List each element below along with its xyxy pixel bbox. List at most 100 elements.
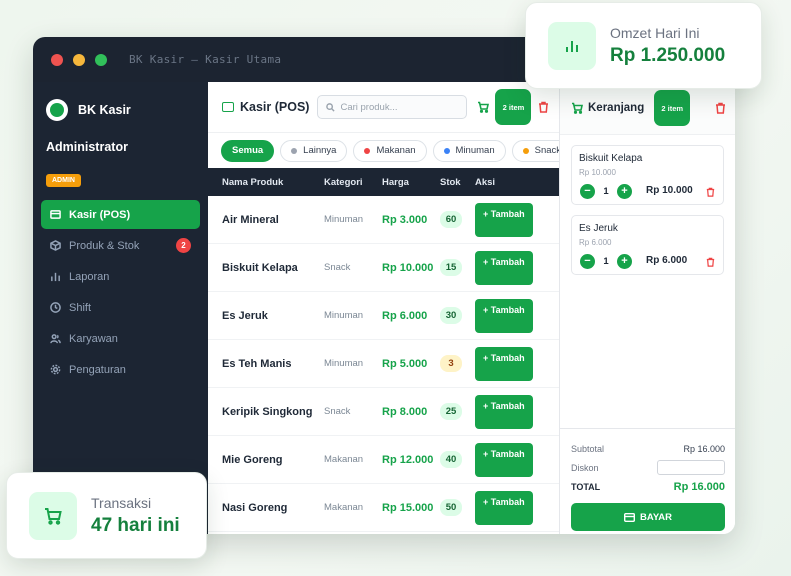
add-to-cart-button[interactable]: + Tambah bbox=[475, 250, 533, 285]
total-row: TOTAL Rp 16.000 bbox=[571, 477, 725, 496]
search-input[interactable]: Cari produk... bbox=[317, 95, 468, 119]
table-row: Biskuit Kelapa Snack Rp 10.000 15 + Tamb… bbox=[208, 244, 559, 292]
add-to-cart-button[interactable]: + Tambah bbox=[475, 442, 533, 477]
users-icon bbox=[50, 334, 61, 344]
product-price: Rp 5.000 bbox=[382, 357, 428, 370]
product-category: Makanan bbox=[324, 454, 364, 465]
cart-item: Biskuit Kelapa Rp 10.000 − 1 + Rp 10.000 bbox=[571, 145, 724, 205]
gear-icon bbox=[50, 364, 61, 375]
sidebar-item-shift[interactable]: Shift bbox=[41, 293, 200, 322]
chart-icon bbox=[51, 272, 60, 282]
product-price: Rp 3.000 bbox=[382, 213, 428, 226]
product-name: Biskuit Kelapa bbox=[222, 261, 298, 274]
minimize-window-button[interactable] bbox=[73, 53, 85, 66]
transactions-value: 47 hari ini bbox=[91, 514, 180, 536]
add-to-cart-button[interactable]: + Tambah bbox=[475, 202, 533, 237]
user-name: Administrator bbox=[46, 140, 128, 154]
role-badge: ADMIN bbox=[46, 174, 81, 187]
box-icon bbox=[50, 240, 61, 251]
total-value: Rp 16.000 bbox=[673, 480, 725, 493]
add-to-cart-button[interactable]: + Tambah bbox=[475, 346, 533, 381]
filter-chip-semua[interactable]: Semua bbox=[221, 139, 275, 162]
chip-label: Snack bbox=[534, 145, 559, 156]
cart-summary: Subtotal Rp 16.000 Diskon TOTAL Rp 16.00… bbox=[560, 428, 735, 534]
clear-cart-icon[interactable] bbox=[715, 102, 726, 114]
filter-chip-minuman[interactable]: Minuman bbox=[432, 139, 506, 162]
remove-item-icon[interactable] bbox=[706, 257, 715, 267]
stock-badge: 60 bbox=[440, 211, 462, 228]
filter-chip-snack[interactable]: Snack bbox=[511, 139, 559, 162]
stock-badge: 50 bbox=[440, 499, 462, 516]
table-header: Nama Produk Kategori Harga Stok Aksi bbox=[208, 168, 559, 196]
brand[interactable]: BK Kasir bbox=[33, 82, 208, 126]
product-price: Rp 8.000 bbox=[382, 405, 428, 418]
zoom-window-button[interactable] bbox=[95, 53, 107, 66]
product-name: Mie Goreng bbox=[222, 453, 283, 466]
sidebar-item-label: Shift bbox=[69, 301, 92, 314]
table-row: Es Jeruk Minuman Rp 6.000 30 + Tambah bbox=[208, 292, 559, 340]
cart-icon bbox=[45, 507, 62, 525]
total-label: TOTAL bbox=[571, 481, 601, 492]
product-name: Keripik Singkong bbox=[222, 405, 313, 418]
cart-item-total: Rp 6.000 bbox=[646, 255, 688, 266]
trash-icon[interactable] bbox=[538, 101, 549, 113]
search-icon bbox=[326, 102, 336, 112]
discount-row: Diskon bbox=[571, 458, 725, 477]
decrease-qty-button[interactable]: − bbox=[580, 254, 595, 269]
category-dot bbox=[364, 147, 371, 154]
product-name: Nasi Goreng bbox=[222, 501, 288, 514]
cart-title: Keranjang bbox=[588, 102, 645, 114]
app-window: BK Kasir — Kasir Utama BK Kasir Administ… bbox=[33, 37, 735, 534]
category-dot bbox=[291, 147, 298, 154]
product-table-body: Air Mineral Minuman Rp 3.000 60 + Tambah… bbox=[208, 196, 559, 532]
column-header-name[interactable]: Nama Produk bbox=[208, 177, 324, 188]
cart-item-name: Biskuit Kelapa bbox=[579, 153, 643, 164]
brand-name: BK Kasir bbox=[78, 102, 131, 117]
product-category: Makanan bbox=[324, 502, 364, 513]
sidebar-item-produk[interactable]: Produk & Stok 2 bbox=[41, 231, 200, 260]
sidebar-item-pengaturan[interactable]: Pengaturan bbox=[41, 355, 200, 384]
decrease-qty-button[interactable]: − bbox=[580, 184, 595, 199]
category-dot bbox=[522, 147, 529, 154]
filter-chip-makanan[interactable]: Makanan bbox=[353, 139, 427, 162]
page-header: Kasir (POS) Cari produk... 2 item bbox=[208, 82, 559, 133]
add-to-cart-button[interactable]: + Tambah bbox=[475, 394, 533, 429]
sidebar: BK Kasir Administrator ADMIN Kasir (POS)… bbox=[33, 82, 208, 534]
remove-item-icon[interactable] bbox=[706, 187, 715, 197]
product-name: Es Teh Manis bbox=[222, 357, 292, 370]
cart-item-unit-price: Rp 6.000 bbox=[579, 238, 612, 247]
column-header-price[interactable]: Harga bbox=[382, 177, 440, 188]
cart-count-badge[interactable]: 2 item bbox=[495, 89, 532, 125]
product-price: Rp 6.000 bbox=[382, 309, 428, 322]
increase-qty-button[interactable]: + bbox=[617, 184, 632, 199]
add-to-cart-button[interactable]: + Tambah bbox=[475, 298, 533, 333]
revenue-icon-box bbox=[548, 21, 596, 70]
table-row: Es Teh Manis Minuman Rp 5.000 3 + Tambah bbox=[208, 340, 559, 388]
search-placeholder: Cari produk... bbox=[340, 101, 398, 113]
cart-count-badge: 2 item bbox=[654, 90, 691, 126]
subtotal-value: Rp 16.000 bbox=[683, 443, 725, 454]
pay-button[interactable]: BAYAR bbox=[571, 503, 725, 531]
filter-chip-lainnya[interactable]: Lainnya bbox=[280, 139, 348, 162]
column-header-category[interactable]: Kategori bbox=[324, 177, 382, 188]
column-header-stock[interactable]: Stok bbox=[440, 177, 475, 188]
sidebar-item-karyawan[interactable]: Karyawan bbox=[41, 324, 200, 353]
product-category: Minuman bbox=[324, 310, 364, 321]
discount-input[interactable] bbox=[657, 460, 725, 475]
stock-badge: 40 bbox=[440, 451, 462, 468]
table-row: Air Mineral Minuman Rp 3.000 60 + Tambah bbox=[208, 196, 559, 244]
pay-label: BAYAR bbox=[639, 511, 673, 523]
close-window-button[interactable] bbox=[51, 53, 63, 66]
sidebar-item-laporan[interactable]: Laporan bbox=[41, 262, 200, 291]
cart-item-total: Rp 10.000 bbox=[646, 185, 693, 196]
cart-item-name: Es Jeruk bbox=[579, 223, 618, 234]
sidebar-item-kasir[interactable]: Kasir (POS) bbox=[41, 200, 200, 229]
cart-icon[interactable] bbox=[477, 101, 490, 113]
add-to-cart-button[interactable]: + Tambah bbox=[475, 490, 533, 525]
table-row: Mie Goreng Makanan Rp 12.000 40 + Tambah bbox=[208, 436, 559, 484]
chip-label: Makanan bbox=[376, 145, 416, 156]
table-row: Keripik Singkong Snack Rp 8.000 25 + Tam… bbox=[208, 388, 559, 436]
subtotal-row: Subtotal Rp 16.000 bbox=[571, 439, 725, 458]
increase-qty-button[interactable]: + bbox=[617, 254, 632, 269]
table-row: Nasi Goreng Makanan Rp 15.000 50 + Tamba… bbox=[208, 484, 559, 532]
